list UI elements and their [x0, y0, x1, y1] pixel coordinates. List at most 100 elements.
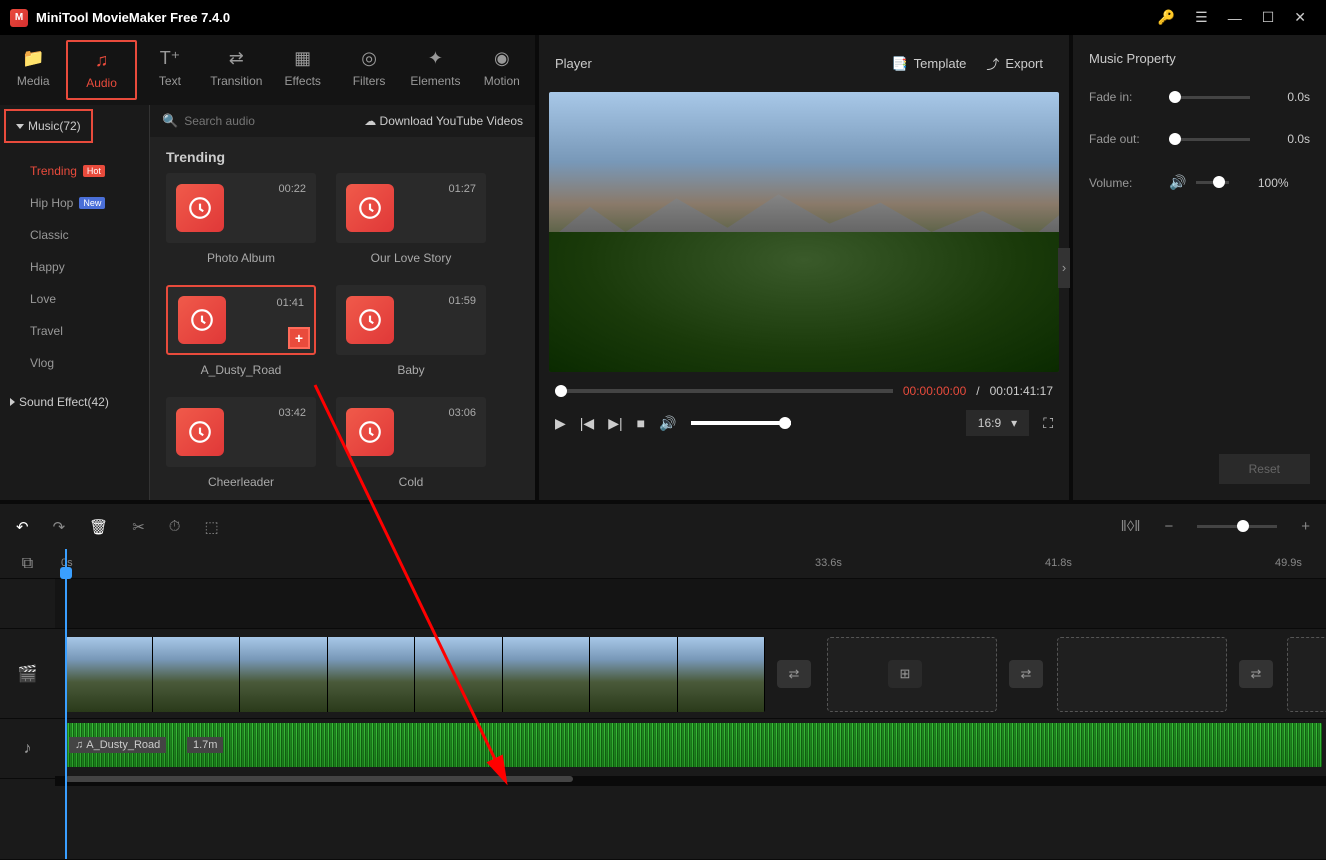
- crop-button[interactable]: ⬚: [204, 518, 218, 536]
- category-sidebar: Music(72) TrendingHot Hip HopNew Classic…: [0, 105, 150, 500]
- minimize-button[interactable]: —: [1218, 10, 1252, 26]
- add-to-timeline-button[interactable]: +: [288, 327, 310, 349]
- sound-effect-header[interactable]: Sound Effect(42): [0, 387, 149, 417]
- transition-button[interactable]: ⇄: [777, 660, 811, 688]
- seek-handle[interactable]: [555, 385, 567, 397]
- zoom-handle[interactable]: [1237, 520, 1249, 532]
- menu-icon[interactable]: ☰: [1185, 9, 1218, 26]
- title-bar: M MiniTool MovieMaker Free 7.4.0 🔑 ☰ — ☐…: [0, 0, 1326, 35]
- download-youtube-link[interactable]: ☁ Download YouTube Videos: [364, 114, 523, 128]
- video-clip[interactable]: [65, 637, 765, 712]
- zoom-slider[interactable]: [1197, 525, 1277, 528]
- track-spacer: [55, 579, 1326, 629]
- empty-clip-slot[interactable]: [1287, 637, 1326, 712]
- fit-button[interactable]: ‖◊‖: [1121, 518, 1141, 535]
- audio-duration: 01:41: [276, 297, 304, 309]
- audio-name: Our Love Story: [336, 251, 486, 265]
- slider-handle[interactable]: [1169, 133, 1181, 145]
- volume-value: 100%: [1239, 176, 1289, 190]
- fade-in-label: Fade in:: [1089, 90, 1159, 104]
- audio-track[interactable]: ♫ A_Dusty_Road 1.7m: [55, 719, 1326, 774]
- key-icon[interactable]: 🔑: [1148, 9, 1185, 26]
- audio-thumb-icon: [346, 184, 394, 232]
- audio-track-icon: ♪: [0, 719, 55, 779]
- audio-clip[interactable]: ♫ A_Dusty_Road 1.7m: [65, 723, 1322, 767]
- close-button[interactable]: ✕: [1284, 9, 1316, 26]
- volume-icon[interactable]: 🔊: [659, 415, 676, 432]
- app-logo: M: [10, 9, 28, 27]
- audio-card[interactable]: 03:06 Cold: [336, 397, 486, 489]
- export-button[interactable]: ⤴Export: [976, 50, 1053, 77]
- audio-duration: 01:59: [448, 295, 476, 307]
- horizontal-scrollbar[interactable]: [55, 776, 1326, 786]
- fade-out-slider[interactable]: [1169, 138, 1250, 141]
- layers-icon[interactable]: ⧉: [0, 549, 55, 579]
- chevron-down-icon: ▾: [1011, 416, 1017, 430]
- tab-effects[interactable]: ▦Effects: [270, 40, 336, 100]
- split-button[interactable]: ✂: [132, 518, 145, 536]
- speaker-icon[interactable]: 🔊: [1169, 174, 1186, 191]
- transition-button[interactable]: ⇄: [1239, 660, 1273, 688]
- transition-button[interactable]: ⇄: [1009, 660, 1043, 688]
- tab-transition[interactable]: ⇄Transition: [203, 40, 269, 100]
- video-track-icon: 🎬: [0, 629, 55, 719]
- play-button[interactable]: ▶: [555, 415, 566, 432]
- music-category-header[interactable]: Music(72): [4, 109, 93, 143]
- category-happy[interactable]: Happy: [0, 251, 149, 283]
- player-title: Player: [555, 56, 881, 71]
- timeline-ruler[interactable]: 0s 33.6s 41.8s 49.9s: [55, 549, 1326, 579]
- tab-filters[interactable]: ◎Filters: [336, 40, 402, 100]
- undo-button[interactable]: ↶: [16, 518, 29, 536]
- category-hiphop[interactable]: Hip HopNew: [0, 187, 149, 219]
- category-trending[interactable]: TrendingHot: [0, 155, 149, 187]
- new-badge: New: [79, 197, 105, 209]
- search-input[interactable]: [184, 114, 364, 128]
- redo-button[interactable]: ↷: [53, 518, 66, 536]
- volume-handle[interactable]: [779, 417, 791, 429]
- playhead[interactable]: [65, 549, 67, 859]
- category-vlog[interactable]: Vlog: [0, 347, 149, 379]
- speed-button[interactable]: ⏱: [169, 518, 181, 535]
- prev-frame-button[interactable]: |◀: [580, 415, 594, 432]
- reset-button[interactable]: Reset: [1219, 454, 1310, 484]
- volume-prop-slider[interactable]: [1196, 181, 1228, 184]
- empty-clip-slot[interactable]: [1057, 637, 1227, 712]
- hot-badge: Hot: [83, 165, 105, 177]
- fade-in-slider[interactable]: [1169, 96, 1250, 99]
- template-button[interactable]: 📑Template: [881, 52, 976, 76]
- audio-duration: 03:42: [278, 407, 306, 419]
- category-travel[interactable]: Travel: [0, 315, 149, 347]
- next-frame-button[interactable]: ▶|: [608, 415, 622, 432]
- expand-handle[interactable]: ›: [1058, 248, 1070, 288]
- tab-elements[interactable]: ✦Elements: [402, 40, 468, 100]
- tab-audio[interactable]: ♫Audio: [66, 40, 136, 100]
- stop-button[interactable]: ■: [637, 415, 645, 431]
- zoom-in-button[interactable]: +: [1301, 518, 1310, 535]
- audio-card[interactable]: 00:22 Photo Album: [166, 173, 316, 265]
- tab-text[interactable]: T⁺Text: [137, 40, 203, 100]
- delete-button[interactable]: 🗑: [89, 518, 108, 536]
- effects-icon: ▦: [274, 48, 332, 69]
- zoom-out-button[interactable]: −: [1164, 518, 1173, 535]
- category-love[interactable]: Love: [0, 283, 149, 315]
- audio-card[interactable]: 03:42 Cheerleader: [166, 397, 316, 489]
- slider-handle[interactable]: [1213, 176, 1225, 188]
- add-clip-button[interactable]: ⊞: [888, 660, 922, 688]
- fullscreen-button[interactable]: ⛶: [1043, 415, 1053, 432]
- library-tabs: 📁Media ♫Audio T⁺Text ⇄Transition ▦Effect…: [0, 35, 535, 105]
- volume-slider[interactable]: [691, 421, 791, 425]
- scrollbar-thumb[interactable]: [65, 776, 573, 782]
- tab-media[interactable]: 📁Media: [0, 40, 66, 100]
- audio-card-selected[interactable]: 01:41+ A_Dusty_Road: [166, 285, 316, 377]
- aspect-ratio-select[interactable]: 16:9▾: [966, 410, 1029, 436]
- maximize-button[interactable]: ☐: [1252, 9, 1285, 26]
- tab-motion[interactable]: ◉Motion: [469, 40, 535, 100]
- seek-bar[interactable]: [555, 389, 893, 393]
- audio-clip-label: ♫ A_Dusty_Road: [69, 737, 166, 753]
- audio-card[interactable]: 01:27 Our Love Story: [336, 173, 486, 265]
- properties-panel: Music Property Fade in: 0.0s Fade out: 0…: [1073, 35, 1326, 500]
- category-classic[interactable]: Classic: [0, 219, 149, 251]
- audio-card[interactable]: 01:59 Baby: [336, 285, 486, 377]
- slider-handle[interactable]: [1169, 91, 1181, 103]
- video-track[interactable]: ⇄ ⊞ ⇄ ⇄: [55, 629, 1326, 719]
